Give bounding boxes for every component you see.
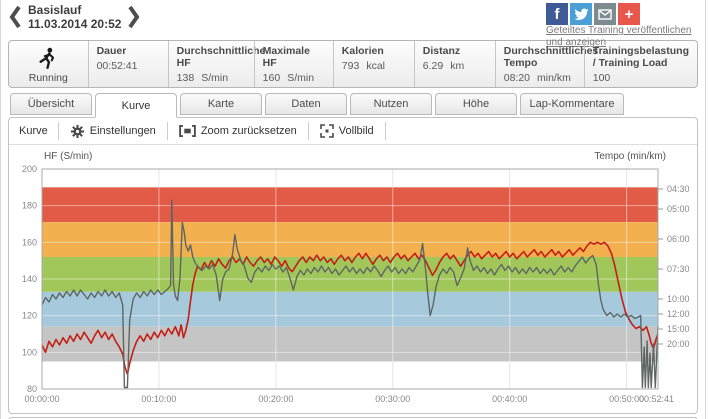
stat-label: Trainingsbelastung / Training Load [593,45,689,69]
stat-label: Durchschnittliche HF [177,45,246,69]
page: Basislauf 11.03.2014 20:52 f + Geteiltes… [0,0,706,419]
stat-value: 793 [342,60,360,72]
toolbar-divider [385,122,386,140]
svg-text:100: 100 [22,347,37,357]
stat-unit: kcal [366,60,385,72]
session-datetime: 11.03.2014 20:52 [28,17,121,31]
settings-label: Einstellungen [90,125,156,137]
chart-view-label: Kurve [9,125,58,137]
stat-label: Dauer [97,45,160,57]
stat-duration: Dauer 00:52:41 [88,41,168,87]
tab-karte[interactable]: Karte [180,93,262,115]
svg-text:Tempo (min/km): Tempo (min/km) [594,151,666,162]
share-icons: f + [546,3,640,25]
share-plus-icon[interactable]: + [618,3,640,25]
tab-daten[interactable]: Daten [265,93,347,115]
fullscreen-button[interactable]: Vollbild [309,123,385,139]
svg-text:05:00: 05:00 [667,204,690,214]
stat-unit: km [450,60,464,72]
sport-cell: Running [9,41,88,87]
svg-text:00:52:41: 00:52:41 [639,394,674,404]
svg-text:00:10:00: 00:10:00 [141,394,176,404]
stat-max-hr: Maximale HF 160 S/min [254,41,333,87]
svg-text:00:00:00: 00:00:00 [24,394,59,404]
svg-text:12:00: 12:00 [667,309,690,319]
stat-value: 6.29 [423,60,443,72]
settings-button[interactable]: Einstellungen [59,123,167,139]
session-title: Basislauf [28,3,121,17]
svg-text:06:00: 06:00 [667,234,690,244]
runner-icon [36,47,60,71]
svg-text:140: 140 [22,274,37,284]
stat-label: Distanz [423,45,487,57]
tab-hoehe[interactable]: Höhe [435,93,517,115]
stat-avg-pace: Durchschnittliches Tempo 08:20 min/km [495,41,584,87]
stat-unit: S/min [287,72,314,84]
stat-label: Maximale HF [263,45,325,69]
fullscreen-label: Vollbild [339,125,374,137]
facebook-icon[interactable]: f [546,3,568,25]
zoom-reset-button[interactable]: Zoom zurücksetzen [168,123,308,139]
chart-area: HF (S/min) Tempo (min/km) 200 180 160 140 120 1… [9,145,697,413]
svg-text:80: 80 [27,384,37,394]
curve-panel: Kurve Einstellungen Zoom zurücksetzen [8,117,698,414]
zoom-reset-label: Zoom zurücksetzen [201,125,297,137]
stat-unit: S/min [201,72,228,84]
header: Basislauf 11.03.2014 20:52 f + Geteiltes… [8,0,698,40]
stat-calories: Kalorien 793 kcal [333,41,414,87]
chart-toolbar: Kurve Einstellungen Zoom zurücksetzen [9,118,697,145]
svg-text:HF (S/min): HF (S/min) [44,151,92,162]
svg-text:10:00: 10:00 [667,294,690,304]
tab-nutzen[interactable]: Nutzen [350,93,432,115]
summary-bar: Running Dauer 00:52:41 Durchschnittliche… [8,40,698,88]
svg-text:00:30:00: 00:30:00 [375,394,410,404]
tab-lap-kommentare[interactable]: Lap-Kommentare [520,93,624,115]
svg-text:160: 160 [22,237,37,247]
sport-name: Running [29,72,68,84]
stat-value: 00:52:41 [97,60,138,72]
stat-value: 100 [593,72,611,84]
svg-text:00:20:00: 00:20:00 [258,394,293,404]
svg-text:07:30: 07:30 [667,264,690,274]
svg-text:20:00: 20:00 [667,339,690,349]
stat-training-load: Trainingsbelastung / Training Load 100 [584,41,697,87]
twitter-icon[interactable] [570,3,592,25]
stat-label: Durchschnittliches Tempo [504,45,576,69]
stat-value: 160 [263,72,281,84]
stat-avg-hr: Durchschnittliche HF 138 S/min [168,41,254,87]
stat-value: 08:20 [504,72,530,84]
svg-text:00:40:00: 00:40:00 [492,394,527,404]
stat-distance: Distanz 6.29 km [414,41,495,87]
next-session-button[interactable] [127,4,141,30]
svg-text:180: 180 [22,201,37,211]
session-title-nav: Basislauf 11.03.2014 20:52 [8,3,141,31]
stat-label: Kalorien [342,45,406,57]
email-icon[interactable] [594,3,616,25]
stat-value: 138 [177,72,195,84]
tab-kurve[interactable]: Kurve [95,93,177,118]
fullscreen-icon [320,124,334,138]
tab-bar: Übersicht Kurve Karte Daten Nutzen Höhe … [8,93,698,115]
stat-unit: min/km [537,72,571,84]
share-link-line1: Geteiltes Training veröffentlichen [546,25,691,36]
hf-tempo-chart[interactable]: HF (S/min) Tempo (min/km) 200 180 160 140 120 1… [9,146,697,408]
session-title-block: Basislauf 11.03.2014 20:52 [28,3,121,31]
tab-uebersicht[interactable]: Übersicht [10,93,92,115]
previous-session-button[interactable] [8,4,22,30]
zoom-reset-icon [179,125,196,137]
svg-text:15:00: 15:00 [667,324,690,334]
svg-text:200: 200 [22,164,37,174]
svg-text:120: 120 [22,311,37,321]
gear-icon [70,124,85,139]
svg-text:04:30: 04:30 [667,184,690,194]
